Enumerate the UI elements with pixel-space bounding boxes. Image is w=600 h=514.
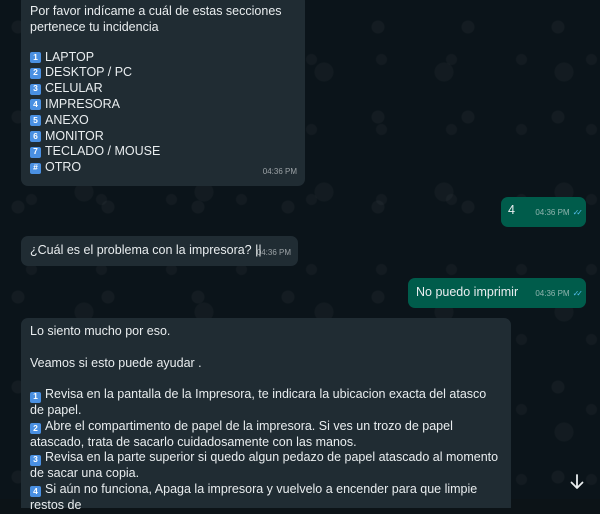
message-status: 04:36 PM ✓✓ — [535, 286, 584, 302]
list-item: 4 IMPRESORA — [30, 97, 297, 113]
message-timestamp: 04:36 PM — [256, 248, 291, 258]
arrow-down-icon[interactable] — [564, 473, 590, 495]
message-text: Lo siento mucho por eso. — [30, 324, 171, 338]
list-item: 7 TECLADO / MOUSE — [30, 144, 297, 160]
option-label: IMPRESORA — [45, 96, 121, 111]
list-item: 2 DESKTOP / PC — [30, 65, 297, 81]
option-label: MONITOR — [45, 128, 104, 143]
list-item: 3 Revisa en la parte superior si quedo al… — [30, 450, 503, 482]
number-badge-icon: 6 — [30, 131, 41, 142]
number-badge-icon: 1 — [30, 391, 41, 403]
message-text: Por favor indícame a cuál de estas secci… — [30, 4, 282, 34]
option-label: TECLADO / MOUSE — [45, 144, 161, 159]
option-label: OTRO — [45, 160, 82, 175]
option-label: ANEXO — [45, 112, 89, 127]
list-item: 6 MONITOR — [30, 129, 297, 145]
double-check-icon: ✓✓ — [572, 208, 584, 218]
message-text: ¿Cuál es el problema con la impresora? |… — [30, 243, 262, 257]
number-badge-icon: 5 — [30, 115, 41, 127]
list-item: 4 Si aún no funciona, Apaga la impresora … — [30, 482, 503, 514]
list-item: 2 Abre el compartimento de papel de la im… — [30, 419, 503, 451]
list-item: 5 ANEXO — [30, 113, 297, 129]
message-outgoing: No puedo imprimir 04:36 PM ✓✓ — [408, 278, 586, 308]
number-badge-icon: 7 — [30, 146, 41, 158]
arrow-down-icon-glyph — [570, 474, 584, 489]
message-incoming-steps: Lo siento mucho por eso. Veamos si esto … — [21, 318, 511, 512]
option-label: LAPTOP — [45, 49, 95, 64]
list-item: 3 CELULAR — [30, 81, 297, 97]
number-badge-icon: 1 — [30, 52, 41, 63]
message-timestamp: 04:36 PM — [262, 167, 297, 177]
step-text: Revisa en la parte superior si quedo alg… — [30, 450, 499, 481]
option-label: CELULAR — [45, 81, 103, 96]
message-text: No puedo imprimir — [416, 285, 519, 299]
double-check-icon: ✓✓ — [572, 289, 584, 299]
message-text: Veamos si esto puede ayudar . — [30, 355, 202, 370]
message-menu: Por favor indícame a cuál de estas secci… — [21, 0, 305, 186]
number-badge-icon: 3 — [30, 454, 41, 466]
message-status: 04:36 PM ✓✓ — [535, 205, 584, 221]
message-outgoing: 4 04:36 PM ✓✓ — [501, 197, 586, 227]
list-item: 1 Revisa en la pantalla de la Impresora, … — [30, 387, 503, 419]
number-badge-icon: # — [30, 162, 41, 174]
message-timestamp: 04:36 PM — [535, 289, 570, 299]
number-badge-icon: 2 — [30, 423, 41, 435]
message-timestamp: 04:36 PM — [535, 208, 570, 218]
options-list: 1 LAPTOP 2 DESKTOP / PC 3 CELULAR 4 IMPRESOR… — [30, 50, 297, 176]
number-badge-icon: 2 — [30, 67, 41, 79]
step-text: Revisa en la pantalla de la Impresora, t… — [30, 387, 487, 417]
option-label: DESKTOP / PC — [45, 65, 133, 80]
number-badge-icon: 3 — [30, 83, 41, 95]
step-text: Si aún no funciona, Apaga la impresora y… — [30, 481, 478, 512]
number-badge-icon: 4 — [30, 486, 41, 498]
step-text: Abre el compartimento de papel de la imp… — [30, 418, 453, 449]
number-badge-icon: 4 — [30, 99, 41, 111]
list-item: # OTRO — [30, 160, 297, 176]
message-incoming: ¿Cuál es el problema con la impresora? |… — [21, 236, 298, 266]
message-text: 4 — [508, 203, 515, 217]
list-item: 1 LAPTOP — [30, 50, 297, 66]
